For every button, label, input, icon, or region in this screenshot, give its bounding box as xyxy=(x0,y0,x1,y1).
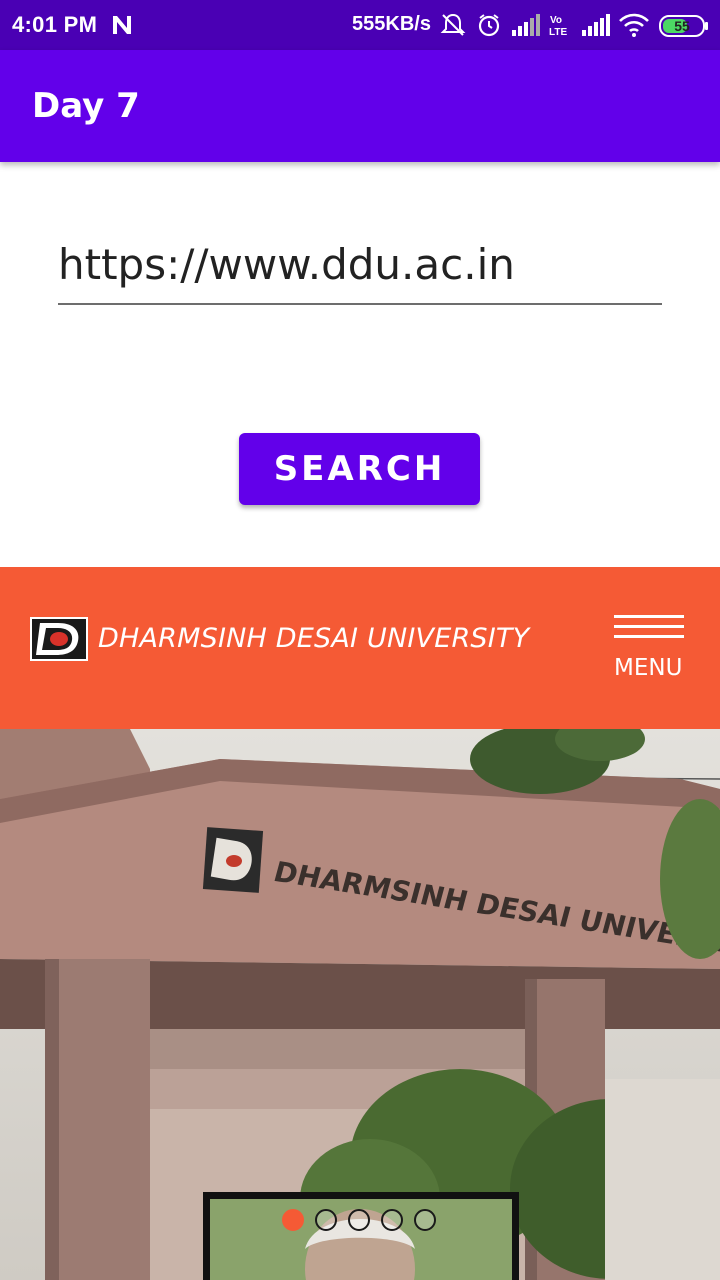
alarm-icon xyxy=(478,14,500,37)
svg-text:LTE: LTE xyxy=(549,27,567,38)
wifi-icon xyxy=(619,13,649,37)
carousel-dot[interactable] xyxy=(315,1209,337,1231)
university-name: DHARMSINH DESAI UNIVERSITY xyxy=(98,623,530,654)
signal-icon xyxy=(512,14,540,36)
app-bar: Day 7 xyxy=(0,50,720,162)
svg-text:Vo: Vo xyxy=(550,15,562,26)
n-notification-icon xyxy=(113,16,131,34)
battery-icon: 55 xyxy=(659,15,708,37)
site-header: D DHARMSINH DESAI UNIVERSITY MENU xyxy=(0,567,720,729)
carousel-dot[interactable] xyxy=(348,1209,370,1231)
site-menu-button[interactable]: MENU xyxy=(610,615,688,687)
carousel-dot[interactable] xyxy=(282,1209,304,1231)
battery-level: 55 xyxy=(674,18,690,34)
signal-icon xyxy=(582,14,610,36)
search-button[interactable]: SEARCH xyxy=(239,433,480,505)
hero-image: DHARMSINH DESAI UNIVERSITY xyxy=(0,717,720,1280)
status-bar: 4:01 PM 555KB/s Vo LTE 55 xyxy=(0,0,720,50)
mute-bell-icon xyxy=(440,13,466,36)
carousel-dot[interactable] xyxy=(414,1209,436,1231)
url-input[interactable] xyxy=(58,233,662,305)
volte-icon: Vo LTE xyxy=(549,15,567,38)
carousel-indicators xyxy=(282,1209,436,1231)
university-logo: D xyxy=(30,617,88,661)
network-speed: 555KB/s xyxy=(352,13,431,35)
status-time: 4:01 PM xyxy=(12,12,98,37)
menu-label: MENU xyxy=(614,655,683,681)
campus-building-image: DHARMSINH DESAI UNIVERSITY xyxy=(0,717,720,1280)
webview[interactable]: D DHARMSINH DESAI UNIVERSITY MENU xyxy=(0,567,720,1280)
carousel-dot[interactable] xyxy=(381,1209,403,1231)
app-title: Day 7 xyxy=(32,86,140,126)
